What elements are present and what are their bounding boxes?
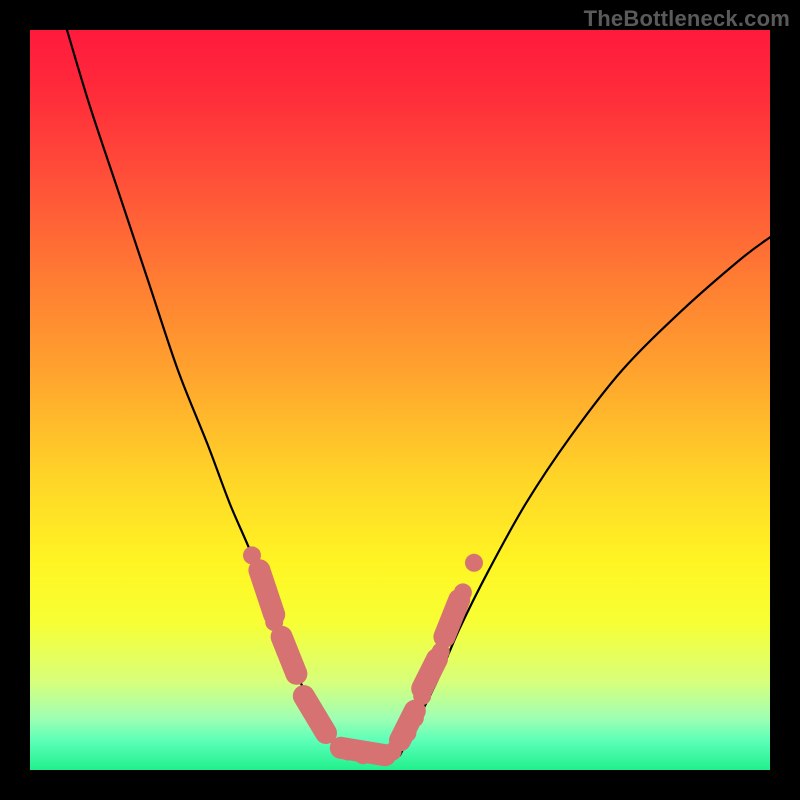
plot-area bbox=[30, 30, 770, 770]
marker-dots bbox=[243, 546, 483, 764]
marker-dot bbox=[413, 687, 431, 705]
marker-dot bbox=[454, 583, 472, 601]
marker-dot bbox=[465, 554, 483, 572]
marker-capsules bbox=[259, 570, 459, 755]
marker-dot bbox=[243, 546, 261, 564]
watermark-text: TheBottleneck.com bbox=[584, 6, 790, 32]
marker-dot bbox=[432, 643, 450, 661]
marker-dot bbox=[317, 724, 335, 742]
marker-dot bbox=[421, 665, 439, 683]
marker-dot bbox=[276, 643, 294, 661]
marker-dot bbox=[287, 665, 305, 683]
marker-dot bbox=[265, 613, 283, 631]
marker-dot bbox=[384, 743, 402, 761]
marker-dot bbox=[302, 702, 320, 720]
marker-dot bbox=[406, 709, 424, 727]
left-curve-line bbox=[67, 30, 341, 755]
right-curve-line bbox=[400, 237, 770, 755]
marker-dot bbox=[443, 613, 461, 631]
chart-svg bbox=[30, 30, 770, 770]
chart-frame: TheBottleneck.com bbox=[0, 0, 800, 800]
marker-dot bbox=[254, 569, 272, 587]
